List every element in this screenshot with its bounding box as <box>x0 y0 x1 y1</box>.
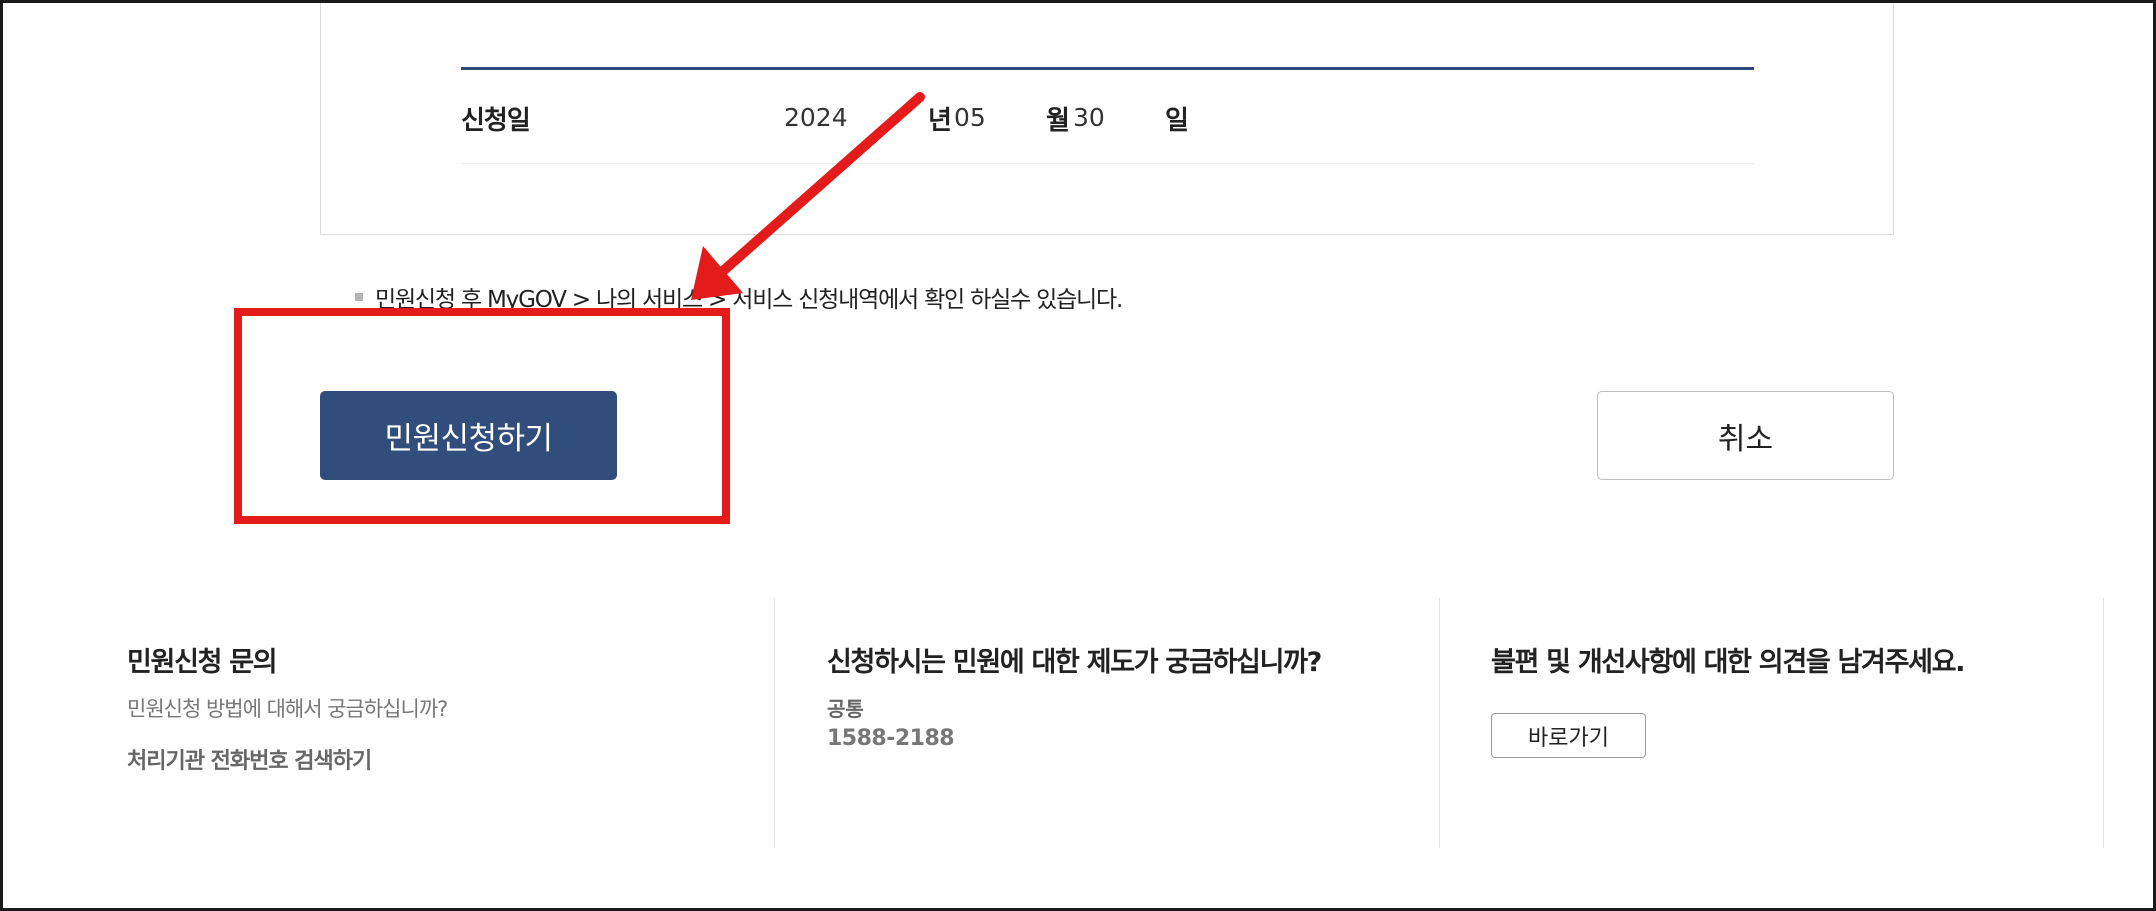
inquiry-subtitle: 민원신청 방법에 대해서 궁금하십니까? <box>127 697 448 721</box>
common-label: 공통 <box>827 697 864 721</box>
form-row-divider <box>461 163 1754 164</box>
go-to-button[interactable]: 바로가기 <box>1491 713 1646 758</box>
day-value: 30 <box>1073 103 1105 132</box>
application-date-label: 신청일 <box>461 106 531 136</box>
notice-message: 민원신청 후 MyGOV > 나의 서비스 > 서비스 신청내역에서 확인 하실… <box>375 287 1123 313</box>
notice-text: 민원신청 후 MyGOV > 나의 서비스 > 서비스 신청내역에서 확인 하실… <box>355 280 1123 314</box>
application-form-box <box>320 3 1894 235</box>
inquiry-title: 민원신청 문의 <box>127 647 278 678</box>
year-unit: 년 <box>928 106 952 136</box>
month-value: 05 <box>954 103 986 132</box>
submit-application-button[interactable]: 민원신청하기 <box>320 391 617 480</box>
common-phone-number: 1588-2188 <box>827 726 955 751</box>
form-top-divider <box>461 67 1754 70</box>
square-bullet-icon <box>355 293 363 301</box>
agency-phone-search-link[interactable]: 처리기관 전화번호 검색하기 <box>127 743 372 775</box>
feedback-title: 불편 및 개선사항에 대한 의견을 남겨주세요. <box>1491 647 1965 678</box>
cancel-button[interactable]: 취소 <box>1597 391 1894 480</box>
info-divider <box>2103 598 2104 848</box>
month-unit: 월 <box>1046 106 1070 136</box>
info-divider <box>1439 598 1440 848</box>
page-frame: 신청일 2024 년 05 월 30 일 민원신청 후 MyGOV > 나의 서… <box>0 0 2156 911</box>
year-value: 2024 <box>784 103 848 132</box>
day-unit: 일 <box>1165 106 1189 136</box>
system-question-title: 신청하시는 민원에 대한 제도가 궁금하십니까? <box>827 647 1322 678</box>
info-divider <box>774 598 775 848</box>
